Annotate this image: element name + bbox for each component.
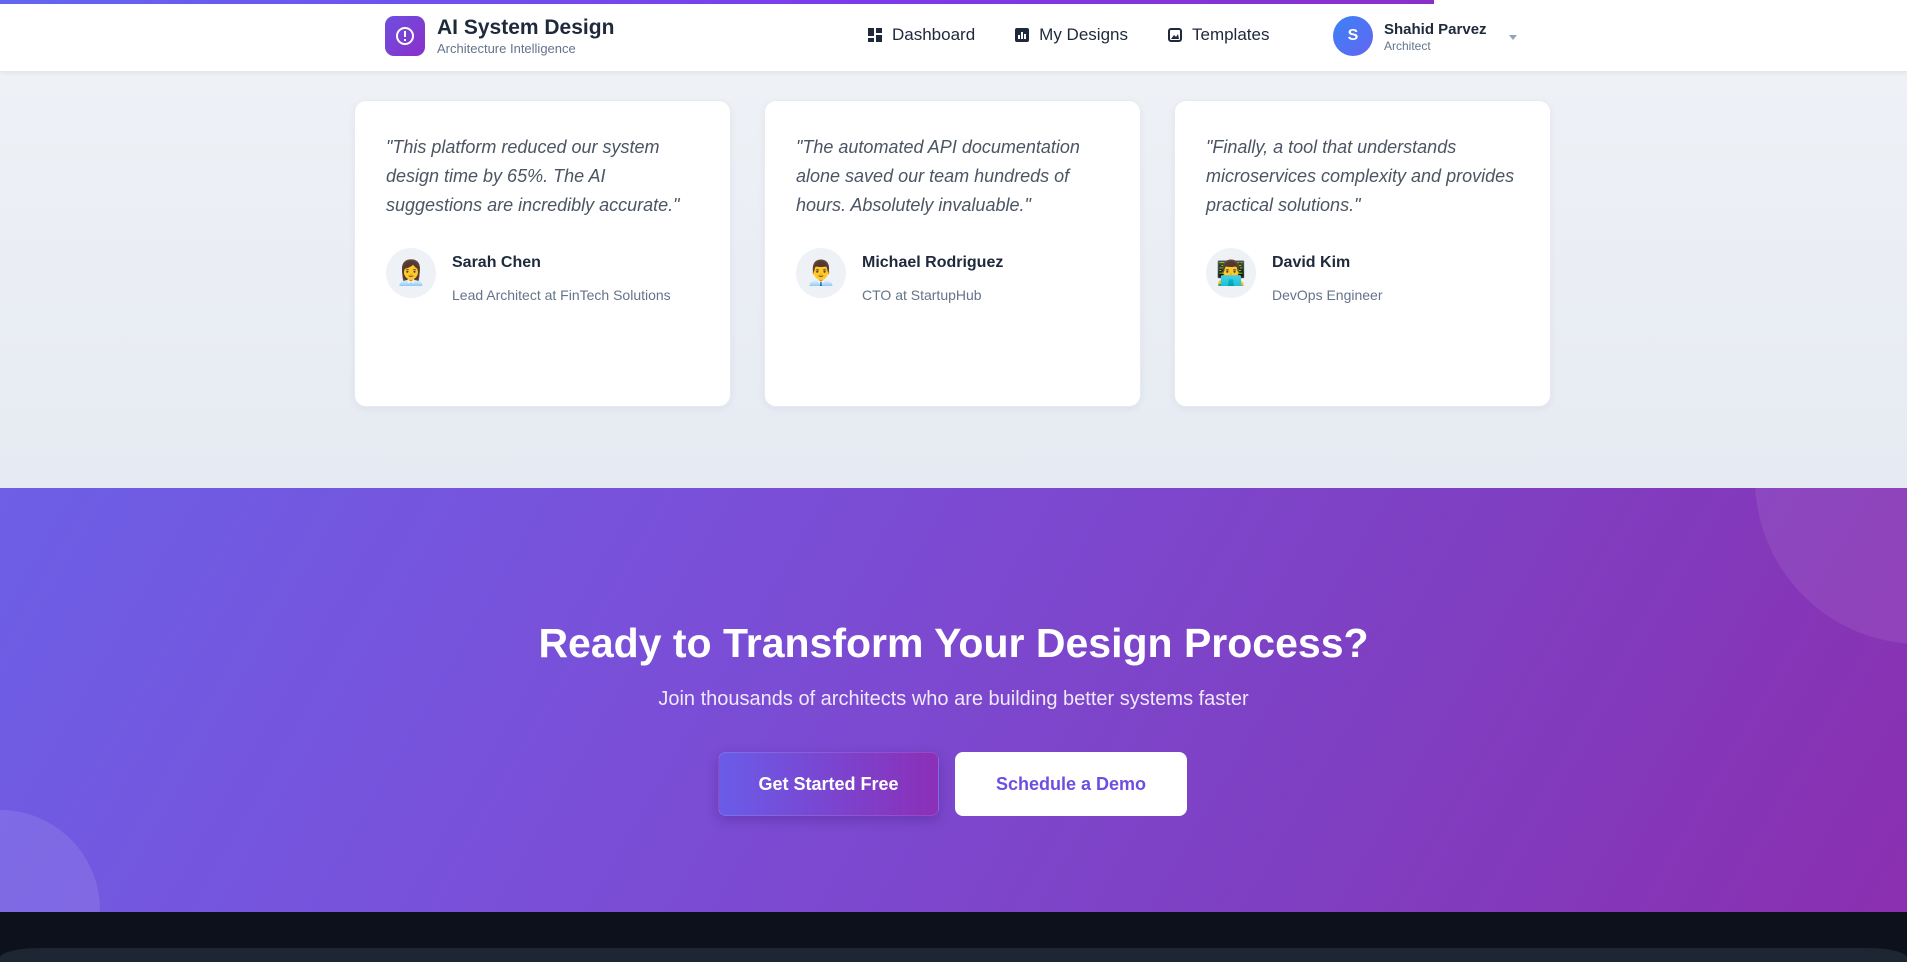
user-role: Architect bbox=[1384, 38, 1431, 53]
nav-item-label: Dashboard bbox=[892, 25, 976, 44]
testimonial-author: 👩‍💼 Sarah Chen Lead Architect at FinTech… bbox=[386, 248, 700, 305]
nav-item-label: My Designs bbox=[1039, 25, 1128, 44]
user-name: Shahid Parvez bbox=[1384, 20, 1487, 38]
testimonial-card: "The automated API documentation alone s… bbox=[764, 100, 1141, 407]
decorative-circle bbox=[0, 810, 100, 912]
author-role: Lead Architect at FinTech Solutions bbox=[452, 287, 671, 303]
testimonial-quote: "This platform reduced our system design… bbox=[386, 137, 680, 215]
nav-item-my-designs[interactable]: My Designs bbox=[1015, 25, 1128, 45]
testimonials-section: "This platform reduced our system design… bbox=[0, 72, 1907, 488]
user-menu[interactable]: S Shahid Parvez Architect bbox=[1333, 16, 1517, 56]
brand-subtitle: Architecture Intelligence bbox=[437, 41, 576, 56]
author-name: David Kim bbox=[1272, 254, 1351, 271]
testimonial-card: "Finally, a tool that understands micros… bbox=[1174, 100, 1551, 407]
main-nav: Dashboard My Designs Templates bbox=[868, 25, 1309, 45]
image-icon bbox=[1167, 28, 1182, 42]
brand[interactable]: AI System Design Architecture Intelligen… bbox=[385, 15, 614, 56]
author-name: Sarah Chen bbox=[452, 254, 541, 271]
get-started-button[interactable]: Get Started Free bbox=[718, 752, 939, 816]
schedule-demo-button[interactable]: Schedule a Demo bbox=[955, 752, 1187, 816]
chevron-down-icon[interactable] bbox=[1508, 34, 1517, 40]
testimonial-author: 👨‍💻 David Kim DevOps Engineer bbox=[1206, 248, 1520, 305]
brand-title: AI System Design bbox=[437, 16, 615, 39]
author-role: CTO at StartupHub bbox=[862, 287, 982, 303]
nav-item-dashboard[interactable]: Dashboard bbox=[868, 25, 975, 45]
scroll-progress-bar bbox=[0, 0, 1434, 4]
avatar: S bbox=[1333, 16, 1373, 56]
author-avatar-icon: 👨‍💻 bbox=[1206, 248, 1256, 298]
author-name: Michael Rodriguez bbox=[862, 254, 1004, 271]
cta-section: Ready to Transform Your Design Process? … bbox=[0, 488, 1907, 912]
cta-subtitle: Join thousands of architects who are bui… bbox=[658, 688, 1249, 710]
cta-title: Ready to Transform Your Design Process? bbox=[538, 620, 1369, 666]
testimonial-quote: "The automated API documentation alone s… bbox=[796, 137, 1080, 215]
author-avatar-icon: 👩‍💼 bbox=[386, 248, 436, 298]
nav-item-label: Templates bbox=[1191, 25, 1270, 44]
dashboard-icon bbox=[868, 28, 882, 42]
footer-wave bbox=[0, 948, 1907, 962]
testimonial-author: 👨‍💼 Michael Rodriguez CTO at StartupHub bbox=[796, 248, 1110, 305]
top-navbar: AI System Design Architecture Intelligen… bbox=[0, 0, 1907, 72]
nav-item-templates[interactable]: Templates bbox=[1167, 25, 1270, 45]
author-role: DevOps Engineer bbox=[1272, 287, 1383, 303]
author-avatar-icon: 👨‍💼 bbox=[796, 248, 846, 298]
chart-icon bbox=[1015, 28, 1030, 42]
brand-logo-icon bbox=[385, 15, 425, 56]
testimonial-quote: "Finally, a tool that understands micros… bbox=[1206, 137, 1515, 215]
footer bbox=[0, 912, 1907, 962]
testimonial-card: "This platform reduced our system design… bbox=[354, 100, 731, 407]
